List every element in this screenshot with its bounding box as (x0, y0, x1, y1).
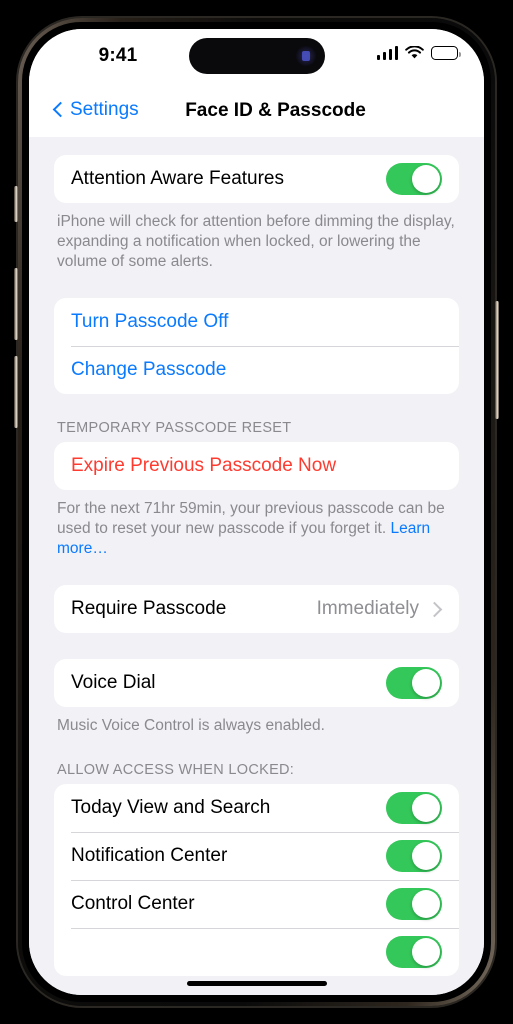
settings-scroll-view[interactable]: Attention Aware Features iPhone will che… (29, 137, 484, 995)
row-attention-aware-features[interactable]: Attention Aware Features (54, 155, 459, 203)
page-title: Face ID & Passcode (185, 100, 366, 121)
voice-dial-footer: Music Voice Control is always enabled. (57, 717, 325, 734)
row-label: Control Center (71, 893, 195, 914)
attention-aware-card: Attention Aware Features (54, 155, 459, 203)
camera-lens (302, 51, 310, 61)
iphone-device-frame: 9:41 Settings Face ID & Passcode Attenti… (14, 16, 499, 1008)
row-label: Voice Dial (71, 672, 156, 693)
allow-access-header: ALLOW ACCESS WHEN LOCKED: (57, 762, 295, 778)
phone-screen: 9:41 Settings Face ID & Passcode Attenti… (29, 29, 484, 995)
status-indicators (376, 46, 461, 60)
power-button[interactable] (495, 301, 499, 419)
volume-up-button[interactable] (14, 268, 18, 340)
require-passcode-value: Immediately (316, 598, 419, 619)
wifi-icon (405, 46, 424, 59)
status-time: 9:41 (98, 45, 138, 66)
row-label: Turn Passcode Off (71, 311, 229, 332)
battery-icon (431, 46, 461, 60)
status-bar: 9:41 (29, 29, 484, 87)
attention-aware-footer: iPhone will check for attention before d… (57, 213, 455, 270)
home-indicator[interactable] (186, 981, 327, 986)
row-label: Require Passcode (71, 598, 227, 619)
navigation-bar: Settings Face ID & Passcode (29, 87, 484, 138)
front-camera-icon (296, 46, 316, 66)
temporary-reset-card: Expire Previous Passcode Now (54, 442, 459, 490)
action-button[interactable] (14, 186, 18, 222)
passcode-actions-card: Turn Passcode Off Change Passcode (54, 298, 459, 394)
partially-visible-toggle[interactable] (386, 936, 442, 968)
volume-down-button[interactable] (14, 356, 18, 428)
chevron-right-icon (426, 601, 443, 617)
row-today-view-and-search[interactable]: Today View and Search (54, 784, 459, 832)
require-passcode-card: Require Passcode Immediately (54, 585, 459, 633)
today-view-toggle[interactable] (386, 792, 442, 824)
row-turn-passcode-off[interactable]: Turn Passcode Off (54, 298, 459, 346)
row-label: Change Passcode (71, 359, 227, 380)
temporary-reset-footer-text: For the next 71hr 59min, your previous p… (57, 500, 445, 537)
notification-center-toggle[interactable] (386, 840, 442, 872)
row-partially-visible[interactable] (54, 928, 459, 976)
row-label: Notification Center (71, 845, 228, 866)
row-change-passcode[interactable]: Change Passcode (54, 346, 459, 394)
temporary-reset-footer: For the next 71hr 59min, your previous p… (57, 499, 456, 559)
row-label: Attention Aware Features (71, 168, 284, 189)
temporary-passcode-reset-header: TEMPORARY PASSCODE RESET (57, 420, 292, 436)
row-notification-center[interactable]: Notification Center (54, 832, 459, 880)
signal-bars-icon (376, 46, 398, 60)
voice-dial-toggle[interactable] (386, 667, 442, 699)
dynamic-island (189, 38, 325, 74)
attention-aware-toggle[interactable] (386, 163, 442, 195)
allow-access-card: Today View and Search Notification Cente… (54, 784, 459, 976)
voice-dial-card: Voice Dial (54, 659, 459, 707)
row-expire-previous-passcode[interactable]: Expire Previous Passcode Now (54, 442, 459, 490)
row-require-passcode[interactable]: Require Passcode Immediately (54, 585, 459, 633)
control-center-toggle[interactable] (386, 888, 442, 920)
row-label: Today View and Search (71, 797, 271, 818)
row-label: Expire Previous Passcode Now (71, 455, 337, 476)
row-control-center[interactable]: Control Center (54, 880, 459, 928)
row-voice-dial[interactable]: Voice Dial (54, 659, 459, 707)
